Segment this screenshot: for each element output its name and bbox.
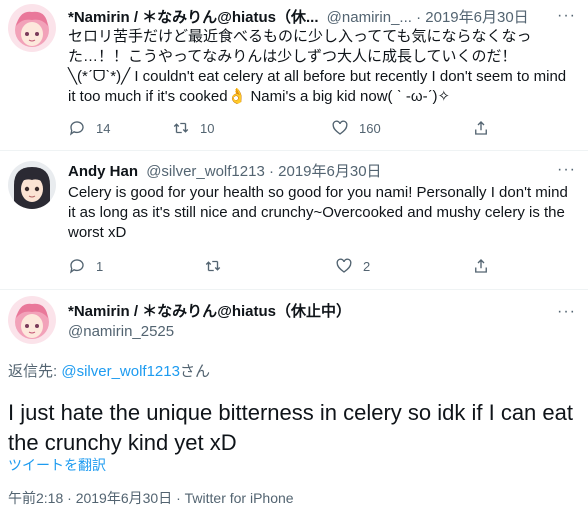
reply-to-link[interactable]: @silver_wolf1213 [61, 363, 180, 380]
main-tweet: *Namirin / ＊なみりん@hiatus（休止中） @namirin_25… [0, 0, 588, 513]
tweet-meta: 午前2:18 · 2019年6月30日 · Twitter for iPhone [8, 490, 294, 506]
reply-to-line: 返信先: @silver_wolf1213さん [8, 362, 210, 382]
reply-prefix: 返信先: [8, 363, 58, 380]
avatar-pink-hair-icon [8, 296, 56, 344]
main-tweet-text: I just hate the unique bitterness in cel… [8, 400, 573, 455]
author-handle[interactable]: @namirin_2525 [68, 322, 174, 342]
reply-suffix: さん [179, 363, 210, 380]
author-name[interactable]: *Namirin / ＊なみりん@hiatus（休止中） [68, 302, 351, 322]
more-icon[interactable]: ··· [557, 303, 576, 321]
avatar-namirin[interactable] [8, 296, 56, 344]
translate-link[interactable]: ツイートを翻訳 [8, 456, 106, 474]
